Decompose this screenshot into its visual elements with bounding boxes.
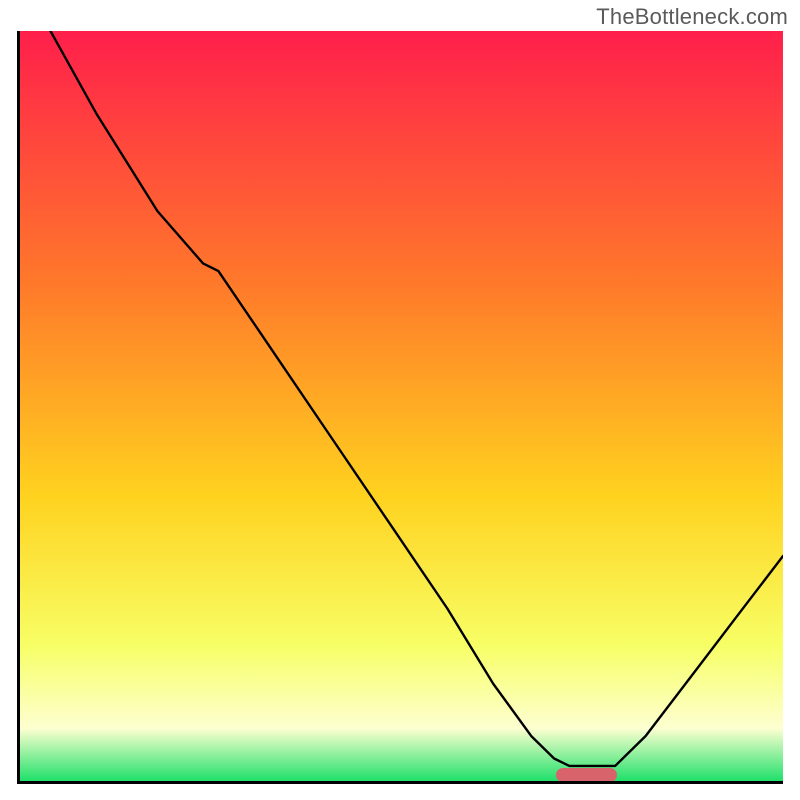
optimum-marker: [556, 768, 617, 782]
watermark-text: TheBottleneck.com: [596, 4, 788, 30]
curve-path: [20, 31, 783, 766]
bottleneck-curve-line: [20, 31, 783, 781]
chart-area: [17, 31, 783, 784]
